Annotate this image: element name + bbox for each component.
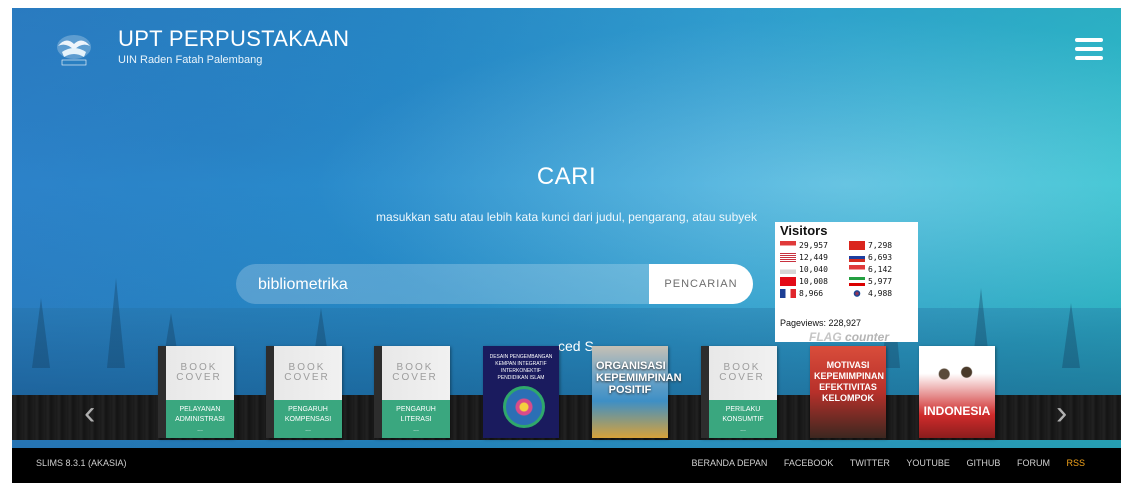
book-title: PENGARUH LITERASI... (382, 400, 450, 438)
book-cover-title: INDONESIA (923, 404, 991, 418)
book-title: PELAYANAN ADMINISTRASI... (166, 400, 234, 438)
flag-counter-suffix: counter (845, 330, 890, 344)
visitor-count: 4,988 (868, 289, 893, 298)
university-emblem-icon[interactable] (54, 30, 94, 70)
visitor-count: 8,966 (799, 289, 824, 298)
mandala-illustration (503, 386, 545, 428)
book-title: PERILAKU KONSUMTIF... (709, 400, 777, 438)
footer-links: BERANDA DEPAN FACEBOOK TWITTER YOUTUBE G… (677, 458, 1085, 468)
chevron-right-icon[interactable]: › (1056, 396, 1067, 430)
book-ellipsis: ... (197, 426, 203, 433)
book-title-text: PELAYANAN ADMINISTRASI (175, 406, 225, 423)
book-title-text: PENGARUH KOMPENSASI (284, 406, 332, 423)
visitors-widget[interactable]: Visitors 29,957 12,449 10,040 10,008 8,9… (775, 222, 918, 344)
visitors-title: Visitors (780, 223, 828, 238)
book-item[interactable]: BOOK COVER PENGARUH LITERASI... (374, 346, 450, 438)
book-item[interactable]: ORGANISASI KEPEMIMPINAN POSITIF (592, 346, 682, 438)
visitor-count: 10,008 (799, 277, 828, 286)
book-item[interactable]: BOOK COVER PERILAKU KONSUMTIF... (701, 346, 777, 438)
visitor-row: 29,957 (780, 241, 828, 251)
indonesia-flag-icon (780, 241, 796, 250)
footer-bar: SLIMS 8.3.1 (AKASIA) BERANDA DEPAN FACEB… (12, 448, 1121, 483)
book-item[interactable]: BOOK COVER PENGARUH KOMPENSASI... (266, 346, 342, 438)
book-item[interactable]: DESAIN PENGEMBANGAN KEMPAN INTEGRATIF IN… (483, 346, 559, 438)
visitor-row: 6,693 (849, 253, 892, 263)
chevron-left-icon[interactable]: ‹ (84, 396, 95, 430)
search-description: masukkan satu atau lebih kata kunci dari… (376, 210, 757, 224)
search-input[interactable] (256, 264, 640, 306)
flag-counter-logo[interactable]: FLAG counter (809, 330, 889, 344)
site-subtitle: UIN Raden Fatah Palembang (118, 54, 263, 66)
turkey-flag-icon (780, 277, 796, 286)
people-photo (925, 356, 989, 392)
book-item[interactable]: MOTIVASI KEPEMIMPINAN EFEKTIVITAS KELOMP… (810, 346, 886, 438)
visitor-count: 6,693 (868, 253, 893, 262)
book-title-text: PERILAKU KONSUMTIF (722, 406, 764, 423)
search-bar: PENCARIAN (236, 264, 753, 306)
book-cover-word: COVER (176, 372, 222, 383)
book-cover-title: ORGANISASI KEPEMIMPINAN POSITIF (596, 360, 682, 396)
flag-icon (780, 265, 796, 274)
visitor-count: 29,957 (799, 241, 828, 250)
footer-link-github[interactable]: GITHUB (966, 458, 1000, 468)
advanced-search-link[interactable]: ced S (558, 338, 594, 354)
visitor-count: 10,040 (799, 265, 828, 274)
usa-flag-icon (780, 253, 796, 262)
book-title-text: PENGARUH LITERASI (396, 406, 436, 423)
iran-flag-icon (849, 277, 865, 286)
visitor-row: 4,988 (849, 289, 892, 299)
visitor-row: 12,449 (780, 253, 828, 263)
vietnam-flag-icon (849, 241, 865, 250)
book-item[interactable]: BOOK COVER PELAYANAN ADMINISTRASI... (158, 346, 234, 438)
footer-link-facebook[interactable]: FACEBOOK (784, 458, 834, 468)
visitor-row: 10,008 (780, 277, 828, 287)
book-ellipsis: ... (740, 426, 746, 433)
russia-flag-icon (849, 253, 865, 262)
visitor-count: 7,298 (868, 241, 893, 250)
footer-link-home[interactable]: BERANDA DEPAN (691, 458, 767, 468)
visitor-count: 6,142 (868, 265, 893, 274)
footer-link-rss[interactable]: RSS (1066, 458, 1085, 468)
book-cover-title: MOTIVASI KEPEMIMPINAN EFEKTIVITAS KELOMP… (814, 360, 885, 403)
book-ellipsis: ... (305, 426, 311, 433)
search-heading: CARI (536, 163, 597, 190)
hamburger-icon[interactable] (1075, 38, 1103, 60)
book-item[interactable]: INDONESIA (919, 346, 995, 438)
south-korea-flag-icon (849, 289, 865, 298)
book-title: PENGARUH KOMPENSASI... (274, 400, 342, 438)
visitor-row: 10,040 (780, 265, 828, 275)
footer-link-forum[interactable]: FORUM (1017, 458, 1050, 468)
visitor-row: 6,142 (849, 265, 892, 275)
pageviews-count: Pageviews: 228,927 (780, 318, 862, 328)
book-ellipsis: ... (413, 426, 419, 433)
france-flag-icon (780, 289, 796, 298)
book-cover-title: DESAIN PENGEMBANGAN KEMPAN INTEGRATIF IN… (489, 354, 553, 381)
book-cover-word: COVER (719, 372, 765, 383)
flag-icon (849, 265, 865, 274)
visitor-count: 12,449 (799, 253, 828, 262)
flag-counter-brand: FLAG (809, 330, 842, 344)
site-title[interactable]: UPT PERPUSTAKAAN (118, 26, 349, 52)
version-label: SLIMS 8.3.1 (AKASIA) (36, 458, 127, 468)
visitor-count: 5,977 (868, 277, 893, 286)
search-button[interactable]: PENCARIAN (649, 264, 753, 304)
book-cover-word: COVER (392, 372, 438, 383)
footer-link-youtube[interactable]: YOUTUBE (906, 458, 950, 468)
footer-link-twitter[interactable]: TWITTER (850, 458, 890, 468)
visitor-row: 7,298 (849, 241, 892, 251)
visitor-row: 5,977 (849, 277, 892, 287)
visitor-row: 8,966 (780, 289, 823, 299)
book-cover-word: COVER (284, 372, 330, 383)
